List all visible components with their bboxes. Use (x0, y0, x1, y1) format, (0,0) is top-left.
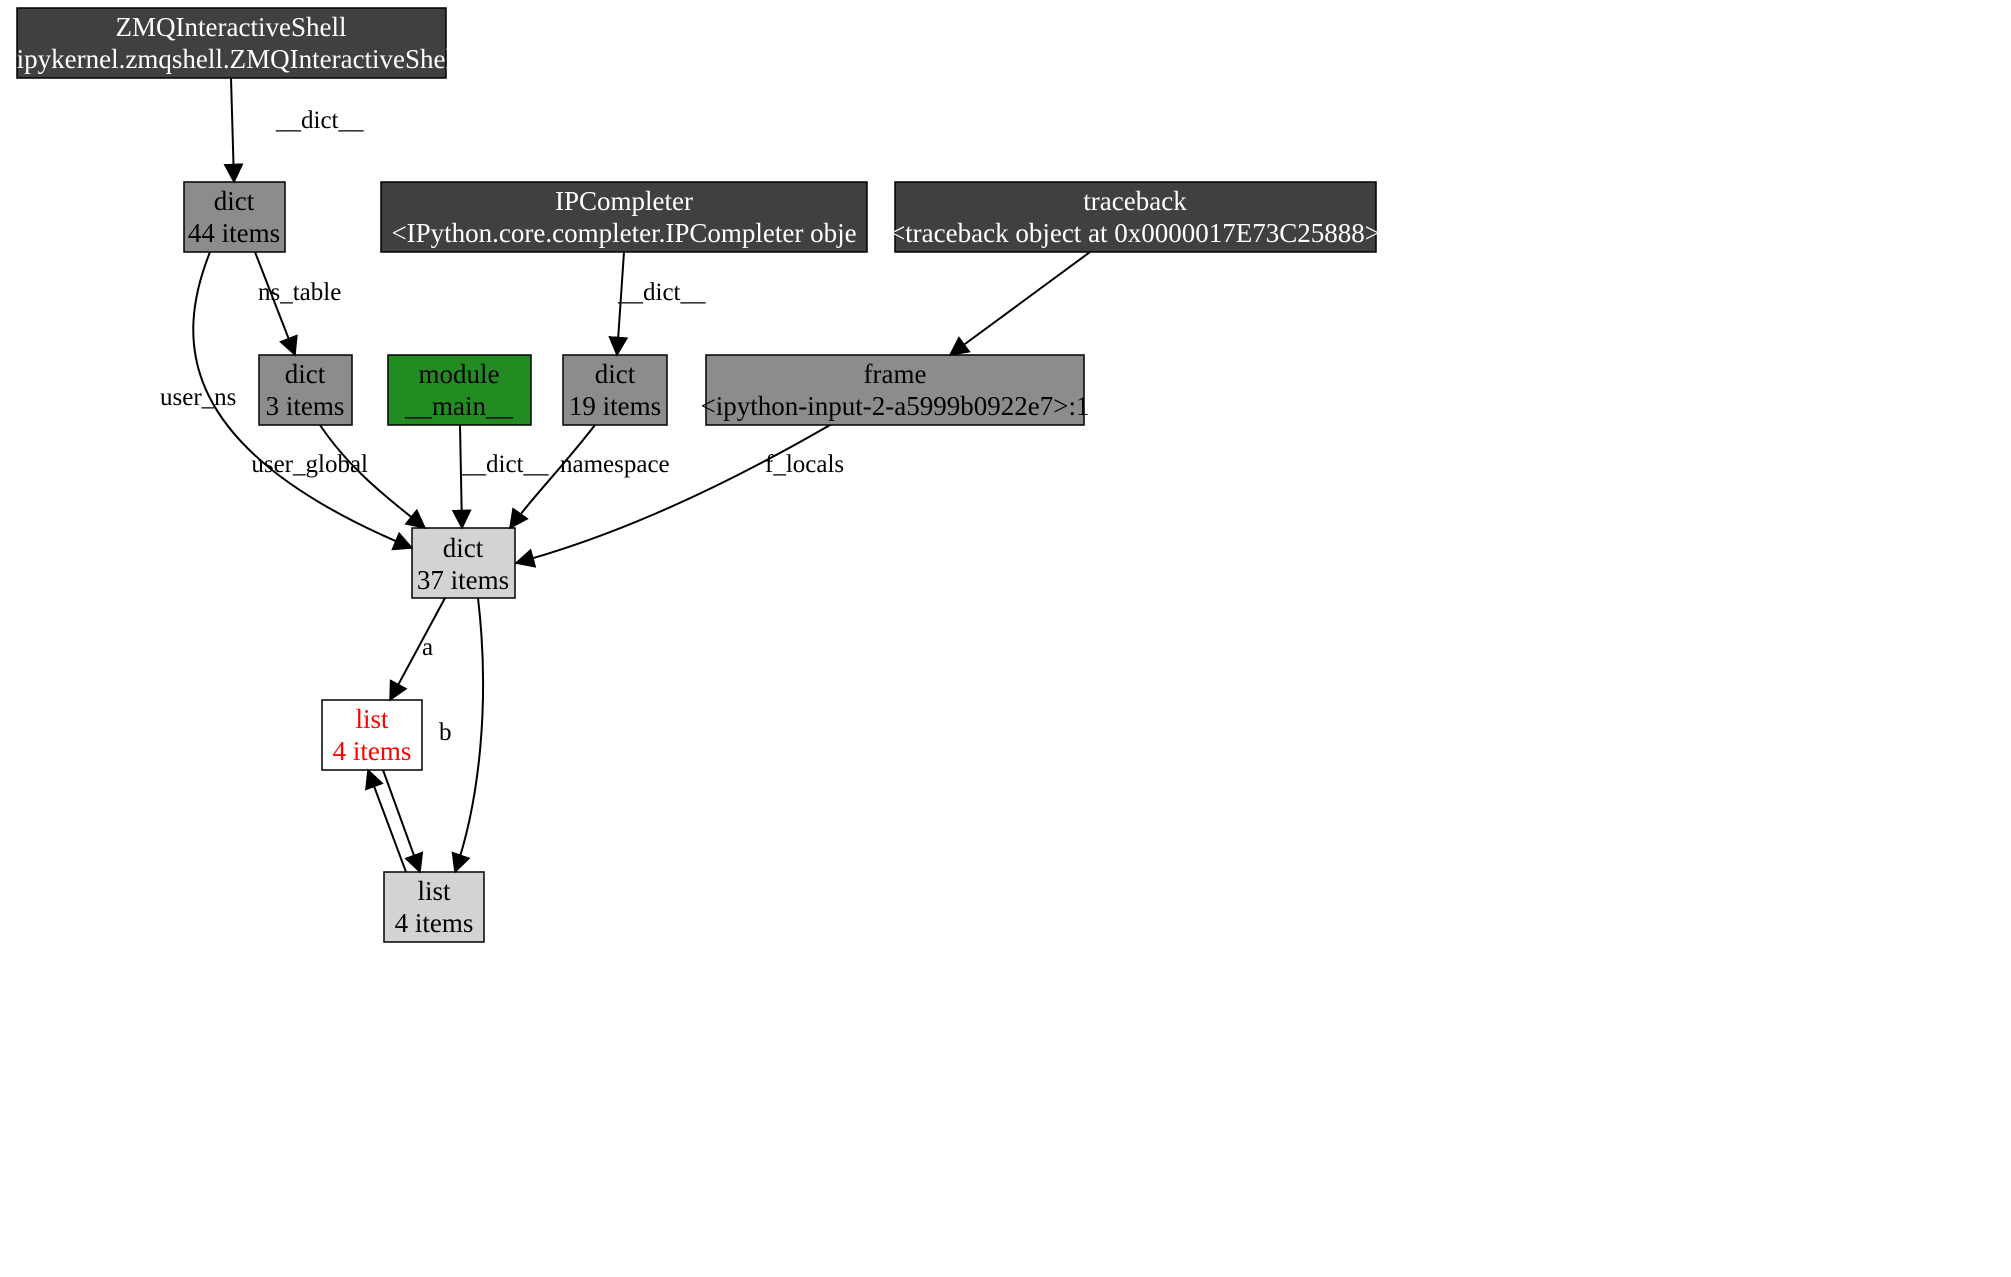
edge-dict44-dict3: ns_table (255, 252, 341, 355)
node-module-main: module __main__ (388, 355, 531, 425)
edge-label-namespace: namespace (560, 451, 670, 478)
node-list-4-bottom: list 4 items (384, 872, 484, 942)
ipcompleter-title: IPCompleter (555, 186, 693, 216)
dict19-title: dict (595, 359, 636, 389)
frame-title: frame (864, 359, 927, 389)
edge-list4a-list4b (383, 770, 420, 872)
edge-zmq-dict44: __dict__ (231, 78, 364, 182)
zmq-subtitle: <ipykernel.zmqshell.ZMQInteractiveShell (1, 44, 460, 74)
dict44-subtitle: 44 items (188, 218, 280, 248)
list4a-title: list (355, 704, 389, 734)
edge-label-dict2: __dict__ (617, 279, 706, 306)
edge-label-userglobal: user_global (251, 451, 368, 478)
edge-list4b-list4a (368, 770, 406, 872)
dict3-title: dict (285, 359, 326, 389)
edge-frame-dict37: f_locals (516, 425, 844, 563)
node-traceback: traceback <traceback object at 0x0000017… (890, 182, 1380, 252)
edge-label-dict: __dict__ (275, 107, 364, 134)
node-dict-44: dict 44 items (184, 182, 285, 252)
node-ipcompleter: IPCompleter <IPython.core.completer.IPCo… (381, 182, 867, 252)
dict37-subtitle: 37 items (417, 565, 509, 595)
node-frame: frame <ipython-input-2-a5999b0922e7>:1 (701, 355, 1090, 425)
module-subtitle: __main__ (404, 391, 513, 421)
edge-label-flocals: f_locals (765, 451, 844, 478)
ipcompleter-subtitle: <IPython.core.completer.IPCompleter obje (391, 218, 856, 248)
edge-dict37-list4b: b (439, 598, 483, 872)
node-dict-3: dict 3 items (259, 355, 352, 425)
node-list-4-highlighted: list 4 items (322, 700, 422, 770)
edge-traceback-frame (950, 252, 1090, 355)
edge-label-nstable: ns_table (258, 279, 341, 306)
dict3-subtitle: 3 items (266, 391, 345, 421)
traceback-subtitle: <traceback object at 0x0000017E73C25888> (890, 218, 1380, 248)
dict19-subtitle: 19 items (569, 391, 661, 421)
node-dict-19: dict 19 items (563, 355, 667, 425)
dict44-title: dict (214, 186, 255, 216)
zmq-title: ZMQInteractiveShell (116, 12, 347, 42)
edge-dict37-list4a: a (390, 598, 445, 700)
edge-label-a: a (422, 634, 433, 661)
node-dict-37: dict 37 items (412, 528, 515, 598)
list4b-subtitle: 4 items (395, 908, 474, 938)
edge-label-b: b (439, 719, 452, 746)
node-zmqinteractiveshell: ZMQInteractiveShell <ipykernel.zmqshell.… (1, 8, 460, 78)
edge-ipcompleter-dict19: __dict__ (617, 252, 706, 355)
edge-label-dict3: __dict__ (460, 451, 549, 478)
traceback-title: traceback (1083, 186, 1187, 216)
edge-module-dict37: __dict__ (460, 425, 549, 528)
frame-subtitle: <ipython-input-2-a5999b0922e7>:1 (701, 391, 1090, 421)
module-title: module (419, 359, 500, 389)
edge-label-userns: user_ns (160, 384, 236, 411)
dict37-title: dict (443, 533, 484, 563)
list4b-title: list (417, 876, 451, 906)
object-graph: ZMQInteractiveShell <ipykernel.zmqshell.… (0, 0, 2011, 1277)
list4a-subtitle: 4 items (333, 736, 412, 766)
